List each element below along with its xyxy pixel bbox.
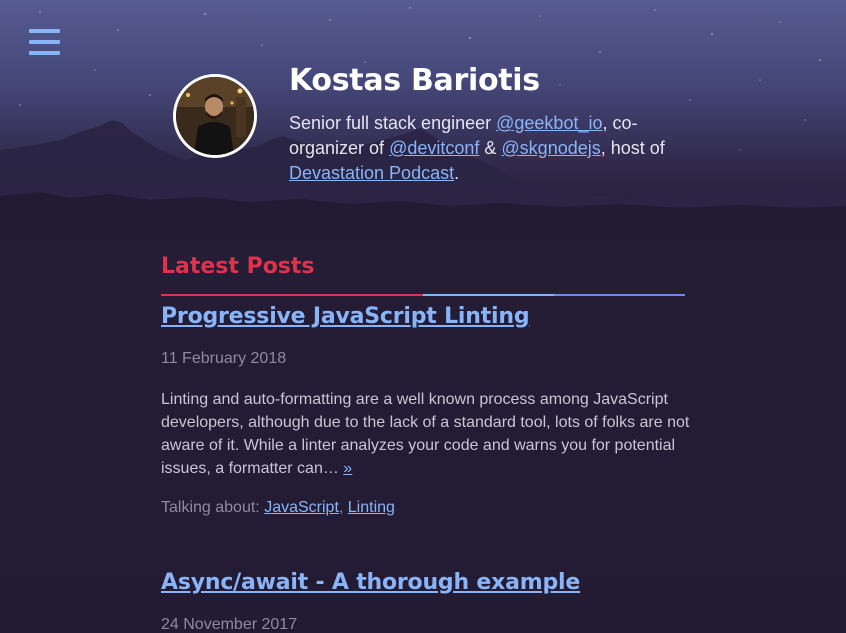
tag-separator: , [338,499,348,516]
bio-text: Senior full stack engineer [289,113,497,133]
latest-posts-heading: Latest Posts [161,254,315,279]
post-excerpt: Linting and auto-formatting are a well k… [161,388,691,480]
tags-label: Talking about: [161,499,265,516]
post-tags: Talking about: JavaScript, Linting [161,499,395,517]
divider-segment [161,294,423,296]
divider-segment [423,294,554,296]
section-divider [161,294,685,296]
bio-text: & [479,138,502,158]
menu-button[interactable] [29,29,60,56]
tag-javascript-link[interactable]: JavaScript [264,499,339,516]
skgnodejs-link[interactable]: @skgnodejs [501,138,600,158]
menu-bar-bottom [29,51,60,55]
post-date: 11 February 2018 [161,350,287,367]
site-title: Kostas Bariotis [289,63,540,98]
page: Kostas Bariotis Senior full stack engine… [0,0,846,633]
avatar [173,74,257,158]
tag-linting-link[interactable]: Linting [348,499,395,516]
post-title-link[interactable]: Progressive JavaScript Linting [161,304,530,329]
post-title-link[interactable]: Async/await - A thorough example [161,570,580,595]
geekbot-link[interactable]: @geekbot_io [496,113,602,133]
divider-segment [554,294,685,296]
post-date: 24 November 2017 [161,616,298,633]
post-excerpt-text: Linting and auto-formatting are a well k… [161,391,690,477]
bio: Senior full stack engineer @geekbot_io , … [289,111,689,186]
bio-text: , host of [600,138,665,158]
menu-bar-top [29,29,60,33]
devastation-podcast-link[interactable]: Devastation Podcast [289,163,454,183]
bio-text: . [454,163,460,183]
menu-bar-middle [29,40,60,44]
read-more-link[interactable]: » [343,460,352,477]
avatar-photo [176,77,254,155]
devitconf-link[interactable]: @devitconf [389,138,479,158]
